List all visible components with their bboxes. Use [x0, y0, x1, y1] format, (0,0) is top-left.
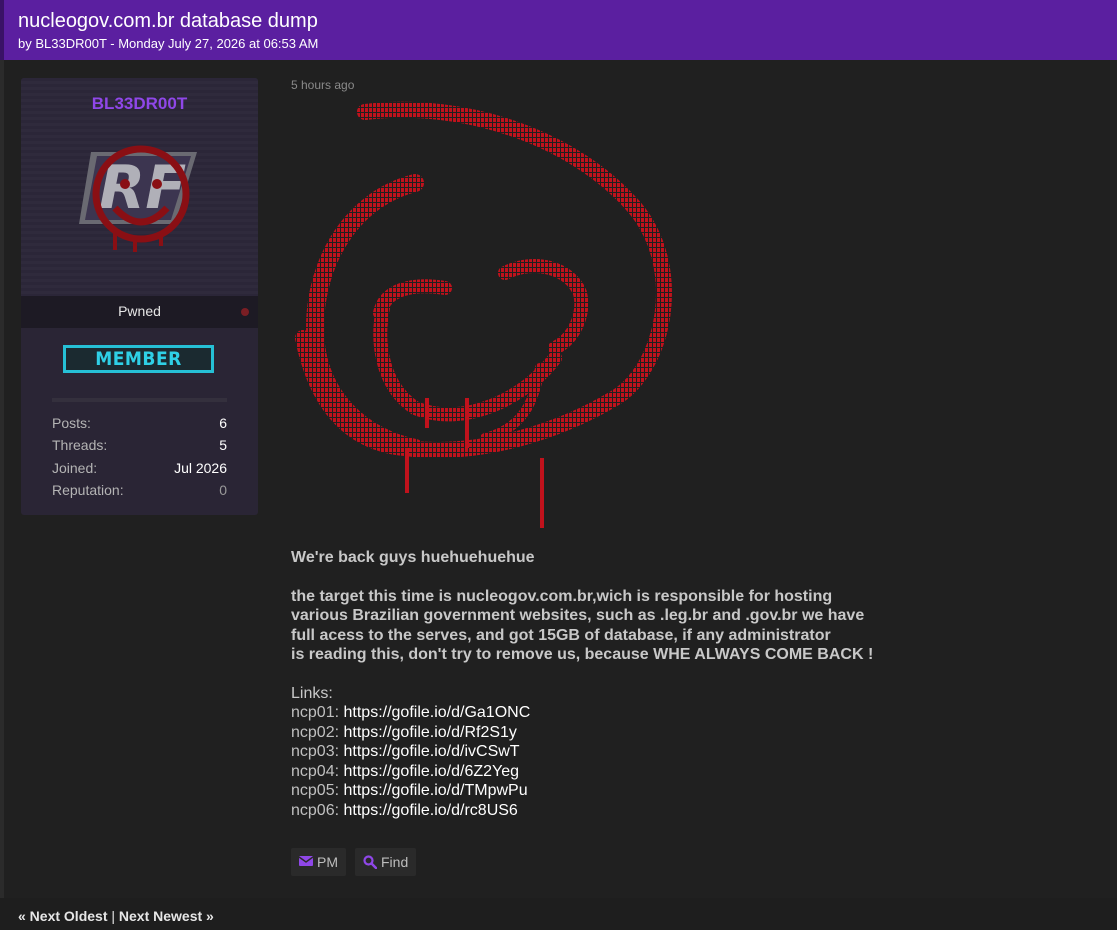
post-line: the target this time is nucleogov.com.br… [291, 587, 833, 605]
find-button[interactable]: Find [355, 848, 416, 876]
nav-separator: | [111, 908, 116, 924]
links-heading: Links: [291, 684, 333, 702]
next-oldest-link[interactable]: « Next Oldest [18, 908, 107, 924]
link-label: ncp02: [291, 723, 340, 741]
avatar[interactable]: RF [79, 128, 201, 258]
find-label: Find [381, 854, 409, 870]
download-link[interactable]: https://gofile.io/d/Ga1ONC [344, 704, 531, 721]
stat-threads: Threads: 5 [52, 437, 227, 453]
next-newest-link[interactable]: Next Newest » [119, 908, 214, 924]
download-link[interactable]: https://gofile.io/d/TMpwPu [344, 782, 528, 799]
user-profile-card: BL33DR00T RF Pwned MEMBER Posts: 6 Threa… [21, 78, 258, 515]
download-link-row: ncp02: https://gofile.io/d/Rf2S1y [291, 723, 891, 743]
download-link[interactable]: https://gofile.io/d/6Z2Yeg [344, 763, 520, 780]
stat-posts: Posts: 6 [52, 415, 227, 431]
user-title: Pwned [118, 303, 161, 319]
thread-navigation: « Next Oldest | Next Newest » [18, 908, 214, 924]
stat-label: Posts: [52, 415, 91, 431]
rank-badge: MEMBER [63, 345, 214, 373]
pm-button[interactable]: PM [291, 848, 346, 876]
post-body: We're back guys huehuehuehue the target … [291, 548, 891, 820]
link-label: ncp04: [291, 762, 340, 780]
user-title-row: Pwned [21, 296, 258, 328]
post-line: full acess to the serves, and got 15GB o… [291, 626, 831, 644]
post-timestamp[interactable]: 5 hours ago [291, 78, 354, 92]
stat-value: Jul 2026 [174, 460, 227, 476]
divider [52, 398, 227, 402]
link-label: ncp05: [291, 782, 340, 799]
stat-label: Threads: [52, 437, 108, 453]
download-link-row: ncp05: https://gofile.io/d/TMpwPu [291, 781, 891, 801]
download-link[interactable]: https://gofile.io/d/Rf2S1y [344, 724, 517, 741]
search-icon [363, 855, 377, 869]
username-link[interactable]: BL33DR00T [21, 94, 258, 114]
stat-value[interactable]: 0 [219, 482, 227, 498]
ascii-art-logo [295, 101, 672, 528]
download-link-row: ncp04: https://gofile.io/d/6Z2Yeg [291, 762, 891, 782]
download-link-row: ncp01: https://gofile.io/d/Ga1ONC [291, 703, 891, 723]
link-label: ncp01: [291, 704, 340, 721]
stat-value: 5 [219, 437, 227, 453]
thread-title: nucleogov.com.br database dump [18, 10, 318, 32]
post-line: various Brazilian government websites, s… [291, 607, 865, 624]
download-link[interactable]: https://gofile.io/d/ivCSwT [344, 743, 520, 760]
offline-status-icon [241, 308, 249, 316]
download-link-row: ncp03: https://gofile.io/d/ivCSwT [291, 742, 891, 762]
stat-value: 6 [219, 415, 227, 431]
link-label: ncp03: [291, 743, 340, 760]
post-greeting: We're back guys huehuehuehue [291, 549, 535, 566]
stat-label: Reputation: [52, 482, 124, 498]
link-label: ncp06: [291, 801, 340, 819]
stat-joined: Joined: Jul 2026 [52, 460, 227, 476]
thread-meta: by BL33DR00T - Monday July 27, 2026 at 0… [18, 36, 319, 51]
stat-label: Joined: [52, 460, 98, 476]
envelope-icon [299, 856, 313, 866]
post-line: is reading this, don't try to remove us,… [291, 646, 874, 663]
download-link[interactable]: https://gofile.io/d/rc8US6 [344, 802, 518, 819]
download-link-row: ncp06: https://gofile.io/d/rc8US6 [291, 801, 891, 821]
pm-label: PM [317, 854, 338, 870]
thread-header: nucleogov.com.br database dump by BL33DR… [0, 0, 1117, 60]
stat-reputation: Reputation: 0 [52, 482, 227, 498]
